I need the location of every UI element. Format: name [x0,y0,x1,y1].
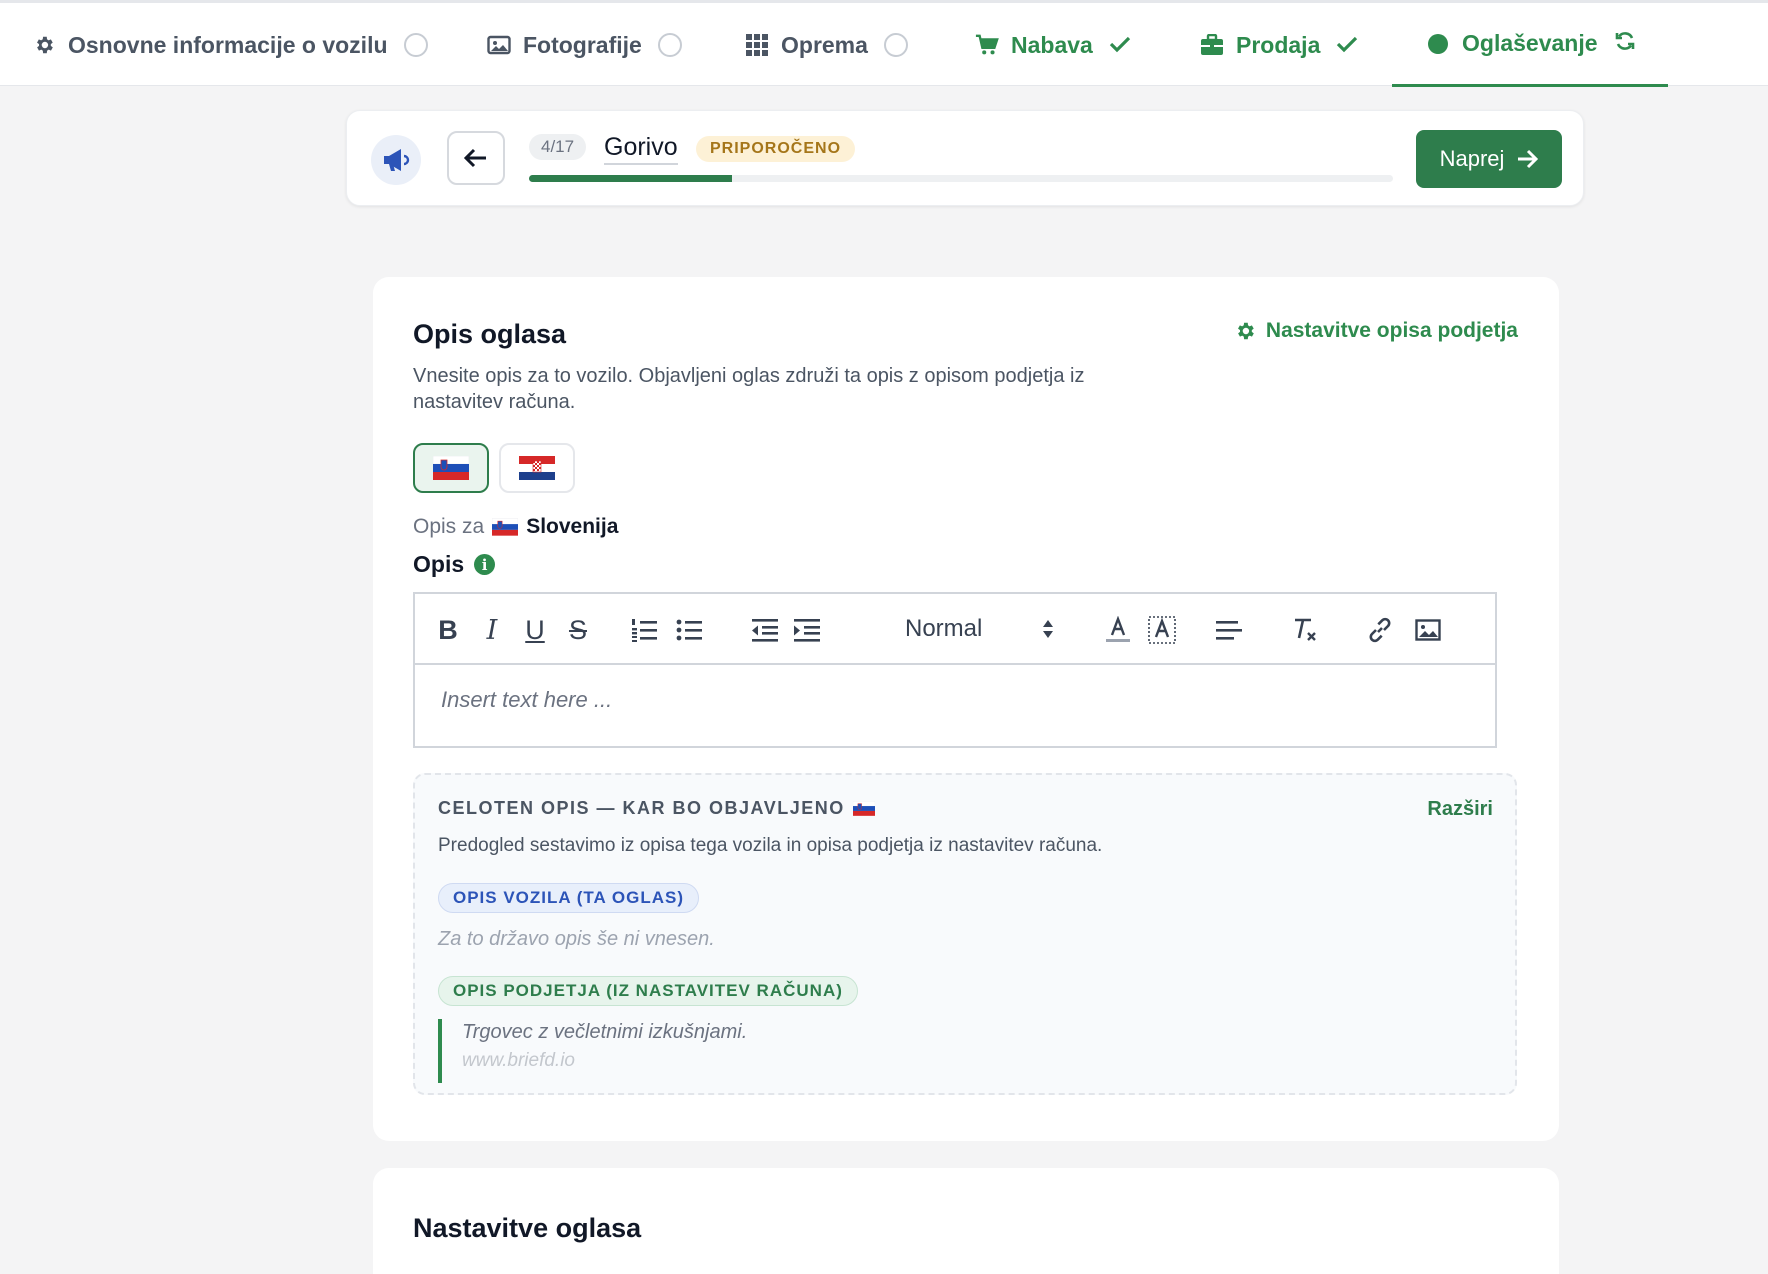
ordered-list-icon[interactable] [627,614,661,646]
sort-arrows-icon [1043,620,1053,638]
italic-icon[interactable]: I [475,614,509,646]
strikethrough-icon[interactable]: S [561,614,595,646]
company-description-quote: Trgovec z večletnimi izkušnjami. www.bri… [438,1019,747,1083]
description-card: Opis oglasa Nastavitve opisa podjetja Vn… [373,277,1559,1141]
expand-button[interactable]: Razširi [1427,798,1493,821]
editor-text-area[interactable]: Insert text here ... [415,665,1495,746]
description-for-country: Slovenija [526,515,619,538]
vehicle-description-pill: OPIS VOZILA (TA OGLAS) [438,883,700,913]
gear-icon [1237,322,1254,340]
language-button-croatia[interactable] [499,443,575,493]
gear-icon [32,33,56,57]
info-icon[interactable]: i [474,554,496,575]
slovenia-flag-icon [492,518,519,536]
text-format-select[interactable]: Normal [905,610,1055,648]
full-description-preview: CELOTEN OPIS — KAR BO OBJAVLJENO Razširi… [413,773,1517,1095]
step-title[interactable]: Gorivo [604,133,678,165]
clear-format-icon[interactable] [1288,614,1322,646]
step-header: 4/17 Gorivo PRIPOROČENO Naprej [346,110,1584,206]
section-title: Opis oglasa [413,319,567,349]
preview-title: CELOTEN OPIS — KAR BO OBJAVLJENO [438,798,875,819]
ad-settings-card: Nastavitve oglasa [373,1168,1559,1274]
bullet-list-icon[interactable] [672,614,706,646]
company-description-settings-link[interactable]: Nastavitve opisa podjetja [1234,319,1518,343]
section-title: Nastavitve oglasa [413,1213,642,1243]
image-icon [487,33,511,57]
next-label: Naprej [1439,146,1505,171]
preview-title-text: CELOTEN OPIS — KAR BO OBJAVLJENO [438,798,845,818]
slovenia-flag-icon [852,801,875,816]
tab-basic-info[interactable]: Osnovne informacije o vozilu [32,3,428,87]
preview-description: Predogled sestavimo iz opisa tega vozila… [438,835,1103,856]
description-for-label: Opis za Slovenija [413,515,618,539]
grid-icon [745,33,769,57]
editor-toolbar: B I U S Normal [415,594,1495,665]
next-button[interactable]: Naprej [1416,130,1562,188]
tab-label: Osnovne informacije o vozilu [68,31,388,58]
megaphone-icon [371,135,421,185]
company-description-text: Trgovec z večletnimi izkušnjami. [462,1021,748,1043]
text-color-icon[interactable] [1101,614,1135,646]
company-url: www.briefd.io [462,1050,575,1071]
link-icon[interactable] [1363,614,1397,646]
underline-icon[interactable]: U [518,614,552,646]
description-for-prefix: Opis za [413,515,485,538]
check-icon [1336,32,1358,59]
field-label-text: Opis [413,551,465,577]
rich-text-editor: B I U S Normal Insert text here ... [413,592,1497,748]
align-icon[interactable] [1212,614,1246,646]
description-field-label: Opis i [413,551,496,578]
tab-label: Nabava [1011,31,1093,58]
tab-photos[interactable]: Fotografije [487,3,682,87]
recommended-badge: PRIPOROČENO [696,136,856,162]
briefcase-icon [1200,33,1224,57]
back-button[interactable] [447,131,505,185]
section-description: Vnesite opis za to vozilo. Objavljeni og… [413,365,1085,413]
arrow-left-icon [464,148,486,168]
tab-label: Oprema [781,31,868,58]
vehicle-description-empty: Za to državo opis še ni vnesen. [438,928,715,950]
indent-icon[interactable] [790,614,824,646]
circle-icon [1426,32,1450,56]
tab-equipment[interactable]: Oprema [745,3,908,87]
refresh-icon [1614,30,1636,58]
check-icon [1109,32,1131,59]
progress-fill [529,175,733,182]
company-description-pill: OPIS PODJETJA (IZ NASTAVITEV RAČUNA) [438,976,858,1006]
editor-placeholder: Insert text here ... [441,687,613,712]
croatia-flag-icon [519,456,555,480]
settings-link-label: Nastavitve opisa podjetja [1265,319,1518,342]
slovenia-flag-icon [433,456,469,480]
tab-label: Prodaja [1236,31,1321,58]
cart-icon [975,33,999,57]
step-tabs: Osnovne informacije o vozilu Fotografije… [0,0,1768,87]
status-empty-icon [403,33,428,57]
step-progress-bar [529,175,1393,182]
tab-label: Oglaševanje [1462,30,1598,56]
insert-image-icon[interactable] [1411,614,1445,646]
outdent-icon[interactable] [748,614,782,646]
background-color-icon[interactable] [1145,614,1179,646]
text-format-value: Normal [905,615,983,642]
tab-advertising[interactable]: Oglaševanje [1392,3,1668,87]
arrow-right-icon [1518,149,1539,169]
bold-icon[interactable]: B [431,614,465,646]
tab-sales[interactable]: Prodaja [1200,3,1358,87]
status-empty-icon [883,33,908,57]
tab-procurement[interactable]: Nabava [975,3,1131,87]
language-button-slovenia[interactable] [413,443,489,493]
status-empty-icon [657,33,682,57]
step-count: 4/17 [529,134,587,160]
tab-label: Fotografije [523,31,642,58]
